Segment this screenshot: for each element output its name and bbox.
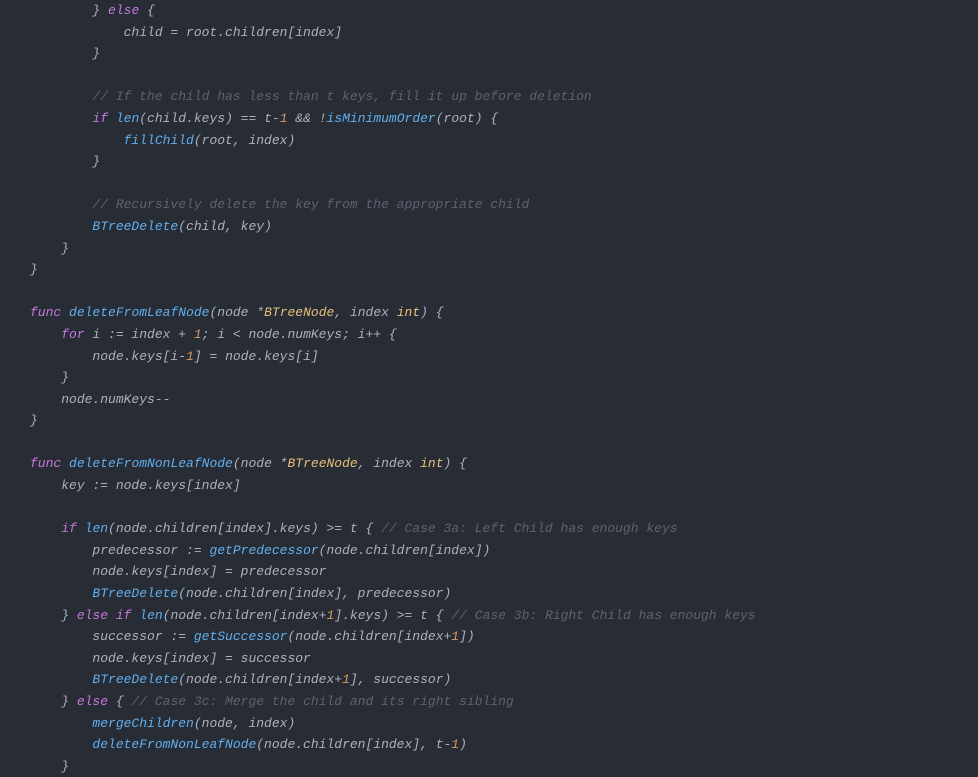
code-token: int [397,305,420,320]
code-token [61,305,69,320]
code-token: (node.children[index], t- [256,737,451,752]
code-token: node.keys[i- [92,349,186,364]
code-token: BTreeDelete [92,586,178,601]
code-token: } [61,370,69,385]
code-token: node * [241,456,288,471]
code-token: (child, key) [178,219,272,234]
code-token: } [92,46,100,61]
code-token: // If the child has less than t keys, fi… [92,89,591,104]
code-token: else [77,694,108,709]
code-token: node.keys[index] = successor [92,651,310,666]
code-token: deleteFromNonLeafNode [69,456,233,471]
code-token: (child.keys) == t- [139,111,279,126]
code-token [108,608,116,623]
code-token: fillChild [124,133,194,148]
code-token: BTreeDelete [92,219,178,234]
code-token: getPredecessor [209,543,318,558]
code-token: } [61,241,69,256]
code-token: (node.children[index]) [319,543,491,558]
code-token: getSuccessor [194,629,288,644]
code-token: for [61,327,84,342]
code-token: BTreeNode [287,456,357,471]
code-token: else [108,3,139,18]
code-token: 1 [451,629,459,644]
code-token: 1 [342,672,350,687]
code-token [61,456,69,471]
code-token: if [61,521,77,536]
code-token: // Recursively delete the key from the a… [92,197,529,212]
code-token: } [92,154,100,169]
code-token [77,521,85,536]
code-token: node.keys[index] = predecessor [92,564,326,579]
code-token: , index [358,456,420,471]
code-token: if [116,608,132,623]
code-token: child = root.children[index] [124,25,342,40]
code-token: // Case 3c: Merge the child and its righ… [131,694,513,709]
code-token: // Case 3b: Right Child has enough keys [451,608,755,623]
code-token: key := node.keys[index] [61,478,240,493]
code-token: ], successor) [350,672,451,687]
code-token: 1 [280,111,288,126]
code-token: if [92,111,108,126]
code-token: { [428,305,444,320]
code-token: { [451,456,467,471]
code-token: mergeChildren [92,716,193,731]
code-token: { [108,694,131,709]
code-token: } [61,694,77,709]
code-token: i := index + [85,327,194,342]
code-token: (node.children[index+ [287,629,451,644]
code-token: (node, index) [194,716,295,731]
code-token [108,111,116,126]
code-token: else [77,608,108,623]
code-token: ) [420,305,428,320]
code-token: } [30,262,38,277]
code-token: deleteFromLeafNode [69,305,209,320]
code-token: ; i < node.numKeys; i++ { [202,327,397,342]
code-token: , index [334,305,396,320]
code-token: ]) [459,629,475,644]
code-token: ].keys) >= t { [334,608,451,623]
code-token: } [61,608,77,623]
code-token: (node.children[index+ [163,608,327,623]
code-token: { [139,3,155,18]
code-token: node.numKeys-- [61,392,170,407]
code-token: BTreeDelete [92,672,178,687]
code-token: (node.children[index+ [178,672,342,687]
code-token: 1 [186,349,194,364]
code-token: ] = node.keys[i] [194,349,319,364]
code-token: func [30,305,61,320]
code-token: deleteFromNonLeafNode [92,737,256,752]
code-token: len [139,608,162,623]
code-editor[interactable]: } else { child = root.children[index] } … [0,0,978,777]
code-token [100,3,108,18]
code-token: len [116,111,139,126]
code-token: // Case 3a: Left Child has enough keys [381,521,677,536]
code-token: ) [459,737,467,752]
code-token: int [420,456,443,471]
code-token: successor := [92,629,193,644]
code-token: 1 [194,327,202,342]
code-token: 1 [451,737,459,752]
code-token: (root, index) [194,133,295,148]
code-token: isMinimumOrder [327,111,436,126]
code-token: (root) { [436,111,498,126]
code-token: } [61,759,69,774]
code-token: (node.children[index], predecessor) [178,586,451,601]
code-token: BTreeNode [264,305,334,320]
code-token: && ! [288,111,327,126]
code-token: } [30,413,38,428]
code-token: ( [233,456,241,471]
code-token: func [30,456,61,471]
code-token: (node.children[index].keys) >= t { [108,521,381,536]
code-token: predecessor := [92,543,209,558]
code-token: node * [217,305,264,320]
code-token: len [85,521,108,536]
